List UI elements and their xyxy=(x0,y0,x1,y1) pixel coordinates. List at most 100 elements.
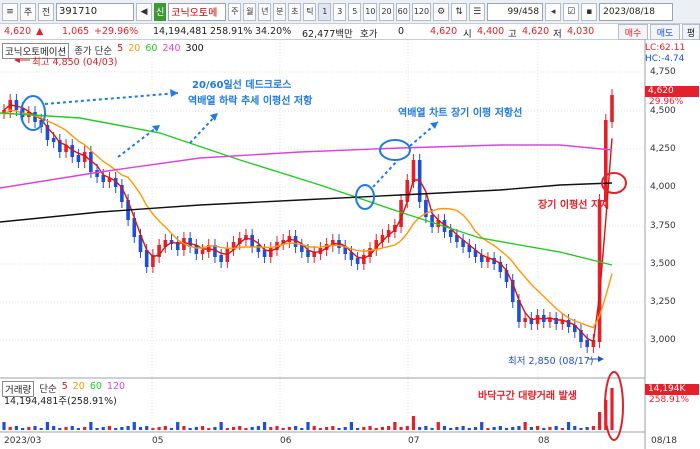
up-arrow-icon: ▲ xyxy=(36,26,44,37)
volume-bar xyxy=(244,428,248,430)
volume-bar xyxy=(225,428,229,430)
volume-bar xyxy=(8,427,12,430)
volume-bar xyxy=(120,427,124,430)
candle-body xyxy=(14,100,19,110)
volume-bar xyxy=(430,428,434,430)
volume-bar xyxy=(70,426,74,430)
high-label: 고 xyxy=(508,29,517,40)
market-select[interactable]: 전 xyxy=(38,2,54,21)
volume-bar xyxy=(573,426,577,430)
buy-button[interactable]: 매수 xyxy=(618,24,648,40)
volume-bar xyxy=(610,388,614,430)
volume-bar xyxy=(542,428,546,430)
volume-bar xyxy=(101,427,105,430)
volume-bar xyxy=(163,426,167,430)
volume-bar xyxy=(176,422,180,430)
tick-5[interactable]: 5 xyxy=(348,2,362,21)
x-tick-06: 06 xyxy=(280,436,292,446)
nav-left-icon[interactable]: ◂ xyxy=(545,2,562,21)
x-tick-07: 07 xyxy=(408,436,420,446)
volume-bar xyxy=(560,428,564,430)
volume-bar xyxy=(95,428,99,430)
volume-bar xyxy=(188,428,192,430)
chart-type-button[interactable]: 주 xyxy=(20,2,36,21)
checkbox-icon[interactable]: ☑ xyxy=(563,2,580,21)
volume-bar xyxy=(2,422,6,430)
data-count-field[interactable]: 99/458 xyxy=(487,2,544,21)
menu-icon[interactable]: ≡ xyxy=(2,2,18,21)
y-tick-3000: 3,000 xyxy=(650,335,676,345)
y-tick-4500: 4,500 xyxy=(650,106,676,116)
volume-bar xyxy=(89,422,93,430)
period-minute[interactable]: 분 xyxy=(273,2,287,21)
candle-body xyxy=(219,255,223,262)
hoga-value: 0 xyxy=(398,26,405,37)
candle-body xyxy=(597,200,602,342)
volume-bar xyxy=(132,422,136,430)
lc-value: LC:62.11 xyxy=(645,43,686,53)
sell-button[interactable]: 매도 xyxy=(650,24,680,40)
volume-bar xyxy=(151,428,155,430)
volume-bar xyxy=(182,426,186,430)
save-icon[interactable]: ▪ xyxy=(581,2,598,21)
candle-body xyxy=(430,215,434,227)
volume-bar xyxy=(579,428,583,430)
volume-bar xyxy=(424,426,428,430)
volume-bar xyxy=(256,426,260,430)
volume-bar xyxy=(126,426,130,430)
candle-body xyxy=(144,250,149,267)
volume-bar xyxy=(83,427,87,430)
low-label: 저 xyxy=(553,29,562,40)
volume-bar xyxy=(343,427,347,430)
toolbar: ≡ 주 전 391710 ◀ 신 코닉오토메 주 월 년 분 초 틱 1 3 5… xyxy=(0,0,700,24)
high-value: 4,620 xyxy=(522,26,550,37)
quote-bar: 4,620 ▲ 1,065 +29.96% 14,194,481 258.91%… xyxy=(0,24,700,40)
volume-bar xyxy=(380,427,385,430)
period-year[interactable]: 년 xyxy=(258,2,272,21)
volume-bar xyxy=(39,428,43,430)
settings-icon[interactable]: ⚙ xyxy=(433,2,450,21)
tick-1[interactable]: 1 xyxy=(318,2,332,21)
list-icon[interactable]: ☰ xyxy=(469,2,486,21)
volume-bar xyxy=(597,412,602,430)
compare-icon[interactable]: ⇅ xyxy=(451,2,468,21)
tick-20[interactable]: 20 xyxy=(379,2,394,21)
volume-bar xyxy=(231,427,236,430)
stock-name[interactable]: 코닉오토메 xyxy=(168,2,227,21)
legend-ma20: 20 xyxy=(128,43,141,54)
candle-body xyxy=(362,255,366,264)
legend-ma240: 240 xyxy=(162,43,181,54)
trade-amount: 62,477백만 xyxy=(302,29,353,40)
volume-bar xyxy=(467,428,471,430)
period-tick[interactable]: 틱 xyxy=(303,2,317,21)
volume-bar xyxy=(287,427,291,430)
tick-60[interactable]: 60 xyxy=(395,2,410,21)
stock-code-input[interactable]: 391710 xyxy=(56,2,134,21)
volume-bar xyxy=(436,422,440,430)
candle-body xyxy=(585,340,589,347)
volume-bar xyxy=(114,428,118,430)
volume-bar xyxy=(45,422,50,430)
eval-button[interactable]: 평 xyxy=(682,24,700,40)
tick-3[interactable]: 3 xyxy=(333,2,347,21)
prev-stock-icon[interactable]: ◀ xyxy=(136,2,152,21)
volume-bar xyxy=(14,426,19,430)
date-field[interactable]: 2023/08/18 xyxy=(599,2,674,21)
last-vol-tag: 14,194K xyxy=(645,384,699,395)
volume-bar xyxy=(219,422,223,430)
period-week[interactable]: 주 xyxy=(228,2,242,21)
volume-bar xyxy=(281,428,285,430)
period-month[interactable]: 월 xyxy=(243,2,257,21)
hoga-label: 호가 xyxy=(360,29,378,40)
tick-10[interactable]: 10 xyxy=(363,2,378,21)
legend-ma5: 5 xyxy=(117,43,124,54)
volume-bar xyxy=(405,426,409,430)
period-second[interactable]: 초 xyxy=(288,2,302,21)
max-label: 최고 4,850 (04/03) xyxy=(32,57,118,68)
tick-120[interactable]: 120 xyxy=(411,2,432,21)
volume-bar xyxy=(194,427,198,430)
candle-body xyxy=(610,95,614,122)
x-tick-08: 08 xyxy=(538,436,550,446)
candle-body xyxy=(250,235,254,247)
volume-bar xyxy=(566,422,571,430)
